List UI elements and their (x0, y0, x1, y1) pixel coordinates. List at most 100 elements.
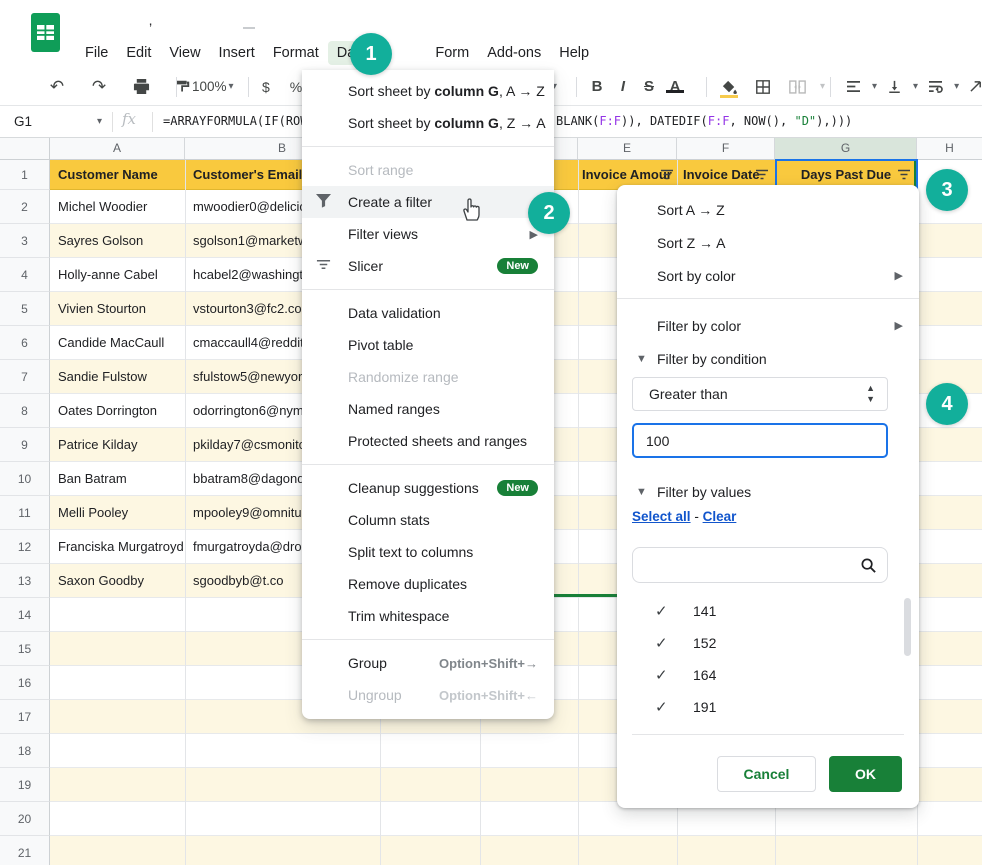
cell-name-row5[interactable]: Vivien Stourton (50, 292, 185, 326)
vertical-align-button[interactable] (881, 74, 907, 100)
italic-button[interactable]: I (610, 78, 636, 95)
print-icon[interactable] (128, 74, 154, 100)
filter-value-152[interactable]: ✓152 (617, 627, 897, 659)
values-scrollbar-thumb[interactable] (904, 598, 911, 656)
filter-value-164[interactable]: ✓164 (617, 659, 897, 691)
ok-button[interactable]: OK (829, 756, 902, 792)
row-header-9[interactable]: 9 (0, 428, 50, 462)
select-all-corner[interactable] (0, 138, 50, 159)
align-caret-icon[interactable]: ▾ (872, 81, 877, 92)
filter-button-icon[interactable] (755, 168, 769, 181)
column-header-e[interactable]: E (578, 138, 677, 159)
row-header-10[interactable]: 10 (0, 462, 50, 496)
menu-item-create-a-filter[interactable]: Create a filter (302, 186, 554, 218)
menu-item-sort-z-a[interactable]: Sort Z → A (617, 226, 919, 259)
row-header-19[interactable]: 19 (0, 768, 50, 802)
formula-input-end[interactable]: BLANK(F:F)), DATEDIF(F:F, NOW(), "D"),))… (556, 114, 852, 128)
row-header-14[interactable]: 14 (0, 598, 50, 632)
bold-button[interactable]: B (584, 78, 610, 95)
row-header-1[interactable]: 1 (0, 160, 50, 190)
row-header-2[interactable]: 2 (0, 190, 50, 224)
menubar-item-help[interactable]: Help (550, 41, 598, 65)
section-filter-by-condition[interactable]: ▼Filter by condition (617, 342, 919, 375)
row-header-5[interactable]: 5 (0, 292, 50, 326)
header-cell-customer-name[interactable]: Customer Name (50, 160, 185, 190)
menu-item-ungroup[interactable]: UngroupOption+Shift+← (302, 679, 554, 711)
menubar-item-add-ons[interactable]: Add-ons (478, 41, 550, 65)
strikethrough-button[interactable]: S (636, 78, 662, 95)
column-header-h[interactable]: H (917, 138, 982, 159)
column-header-f[interactable]: F (677, 138, 775, 159)
menu-item-data-validation[interactable]: Data validation (302, 297, 554, 329)
row-header-7[interactable]: 7 (0, 360, 50, 394)
menu-item-sort-sheet-by-column-g-a-z[interactable]: Sort sheet by column G, A → Z (302, 75, 554, 107)
menu-item-remove-duplicates[interactable]: Remove duplicates (302, 568, 554, 600)
cell-name-row4[interactable]: Holly-anne Cabel (50, 258, 185, 292)
row-header-17[interactable]: 17 (0, 700, 50, 734)
row-header-21[interactable]: 21 (0, 836, 50, 865)
cell-name-row7[interactable]: Sandie Fulstow (50, 360, 185, 394)
row-header-15[interactable]: 15 (0, 632, 50, 666)
row-header-12[interactable]: 12 (0, 530, 50, 564)
menu-item-sort-a-z[interactable]: Sort A → Z (617, 193, 919, 226)
row-header-6[interactable]: 6 (0, 326, 50, 360)
row-header-8[interactable]: 8 (0, 394, 50, 428)
row-header-11[interactable]: 11 (0, 496, 50, 530)
merge-cells-button[interactable] (784, 74, 810, 100)
row-header-18[interactable]: 18 (0, 734, 50, 768)
menubar-item-file[interactable]: File (76, 41, 117, 65)
menu-item-slicer[interactable]: SlicerNew (302, 250, 554, 282)
text-color-button[interactable]: A (662, 78, 688, 95)
format-percent-button[interactable]: % (290, 79, 302, 95)
menubar-item-insert[interactable]: Insert (210, 41, 264, 65)
clear-link[interactable]: Clear (703, 509, 737, 524)
cell-name-row2[interactable]: Michel Woodier (50, 190, 185, 224)
menu-item-sort-sheet-by-column-g-z-a[interactable]: Sort sheet by column G, Z → A (302, 107, 554, 139)
menu-item-filter-by-color[interactable]: Filter by color▶ (617, 309, 919, 342)
filter-value-141[interactable]: ✓141 (617, 595, 897, 627)
cell-name-row13[interactable]: Saxon Goodby (50, 564, 185, 598)
menubar-item-format[interactable]: Format (264, 41, 328, 65)
merge-caret-icon[interactable]: ▾ (820, 81, 825, 92)
wrap-caret-icon[interactable]: ▾ (954, 81, 959, 92)
cell-name-row8[interactable]: Oates Dorrington (50, 394, 185, 428)
formula-input-start[interactable]: =ARRAYFORMULA(IF(ROW (163, 114, 308, 128)
cell-name-row9[interactable]: Patrice Kilday (50, 428, 185, 462)
column-header-a[interactable]: A (50, 138, 185, 159)
fill-color-button[interactable] (716, 74, 742, 100)
filter-button-icon[interactable] (660, 168, 674, 181)
condition-value-input[interactable]: 100 (632, 423, 888, 458)
menubar-item-form[interactable]: Form (426, 41, 478, 65)
menu-item-trim-whitespace[interactable]: Trim whitespace (302, 600, 554, 632)
menubar-item-view[interactable]: View (160, 41, 209, 65)
row-header-3[interactable]: 3 (0, 224, 50, 258)
cell-name-row11[interactable]: Melli Pooley (50, 496, 185, 530)
horizontal-align-button[interactable] (840, 74, 866, 100)
menu-item-filter-views[interactable]: Filter views▶ (302, 218, 554, 250)
cell-name-row6[interactable]: Candide MacCaull (50, 326, 185, 360)
valign-caret-icon[interactable]: ▾ (913, 81, 918, 92)
borders-button[interactable] (750, 74, 776, 100)
text-wrap-button[interactable] (922, 74, 948, 100)
column-header-g[interactable]: G (775, 138, 917, 159)
menu-item-cleanup-suggestions[interactable]: Cleanup suggestionsNew (302, 472, 554, 504)
cell-name-row12[interactable]: Franciska Murgatroyd (50, 530, 185, 564)
row-header-16[interactable]: 16 (0, 666, 50, 700)
row-header-4[interactable]: 4 (0, 258, 50, 292)
menubar-item-edit[interactable]: Edit (117, 41, 160, 65)
undo-icon[interactable]: ↶ (44, 74, 70, 100)
row-header-20[interactable]: 20 (0, 802, 50, 836)
row-header-13[interactable]: 13 (0, 564, 50, 598)
cell-name-row10[interactable]: Ban Batram (50, 462, 185, 496)
menu-item-split-text-to-columns[interactable]: Split text to columns (302, 536, 554, 568)
cancel-button[interactable]: Cancel (717, 756, 816, 792)
menu-item-column-stats[interactable]: Column stats (302, 504, 554, 536)
values-search-input[interactable] (632, 547, 888, 583)
redo-icon[interactable]: ↷ (86, 74, 112, 100)
name-box[interactable]: G1 ▾ (0, 106, 112, 137)
menu-item-group[interactable]: GroupOption+Shift+→ (302, 647, 554, 679)
format-currency-button[interactable]: $ (262, 79, 270, 95)
cell-name-row3[interactable]: Sayres Golson (50, 224, 185, 258)
select-all-link[interactable]: Select all (632, 509, 691, 524)
menu-item-sort-by-color[interactable]: Sort by color▶ (617, 259, 919, 292)
